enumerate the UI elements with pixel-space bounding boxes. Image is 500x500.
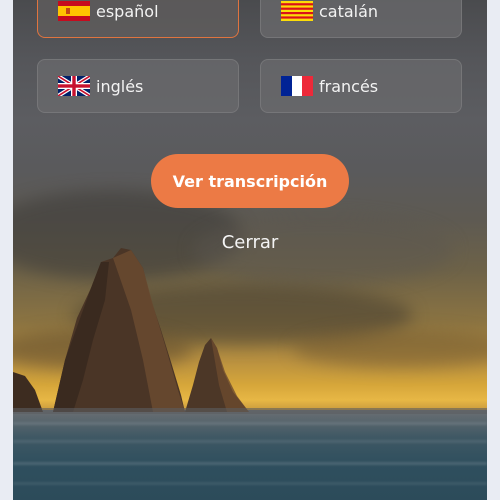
language-label: inglés: [96, 76, 144, 96]
language-option-english[interactable]: inglés: [37, 59, 239, 113]
language-option-french[interactable]: francés: [260, 59, 462, 113]
uk-flag-icon: [58, 76, 90, 96]
france-flag-icon: [281, 76, 313, 96]
language-option-catalan[interactable]: catalán: [260, 0, 462, 38]
catalonia-flag-icon: [281, 1, 313, 21]
close-button[interactable]: Cerrar: [13, 232, 487, 253]
view-transcript-button[interactable]: Ver transcripción: [151, 154, 349, 208]
language-label: catalán: [319, 1, 379, 21]
app-screen: español catalán inglés francés Ver trans…: [13, 0, 487, 500]
language-label: español: [96, 1, 159, 21]
language-label: francés: [319, 76, 379, 96]
spain-flag-icon: [58, 1, 90, 21]
language-option-spanish[interactable]: español: [37, 0, 239, 38]
